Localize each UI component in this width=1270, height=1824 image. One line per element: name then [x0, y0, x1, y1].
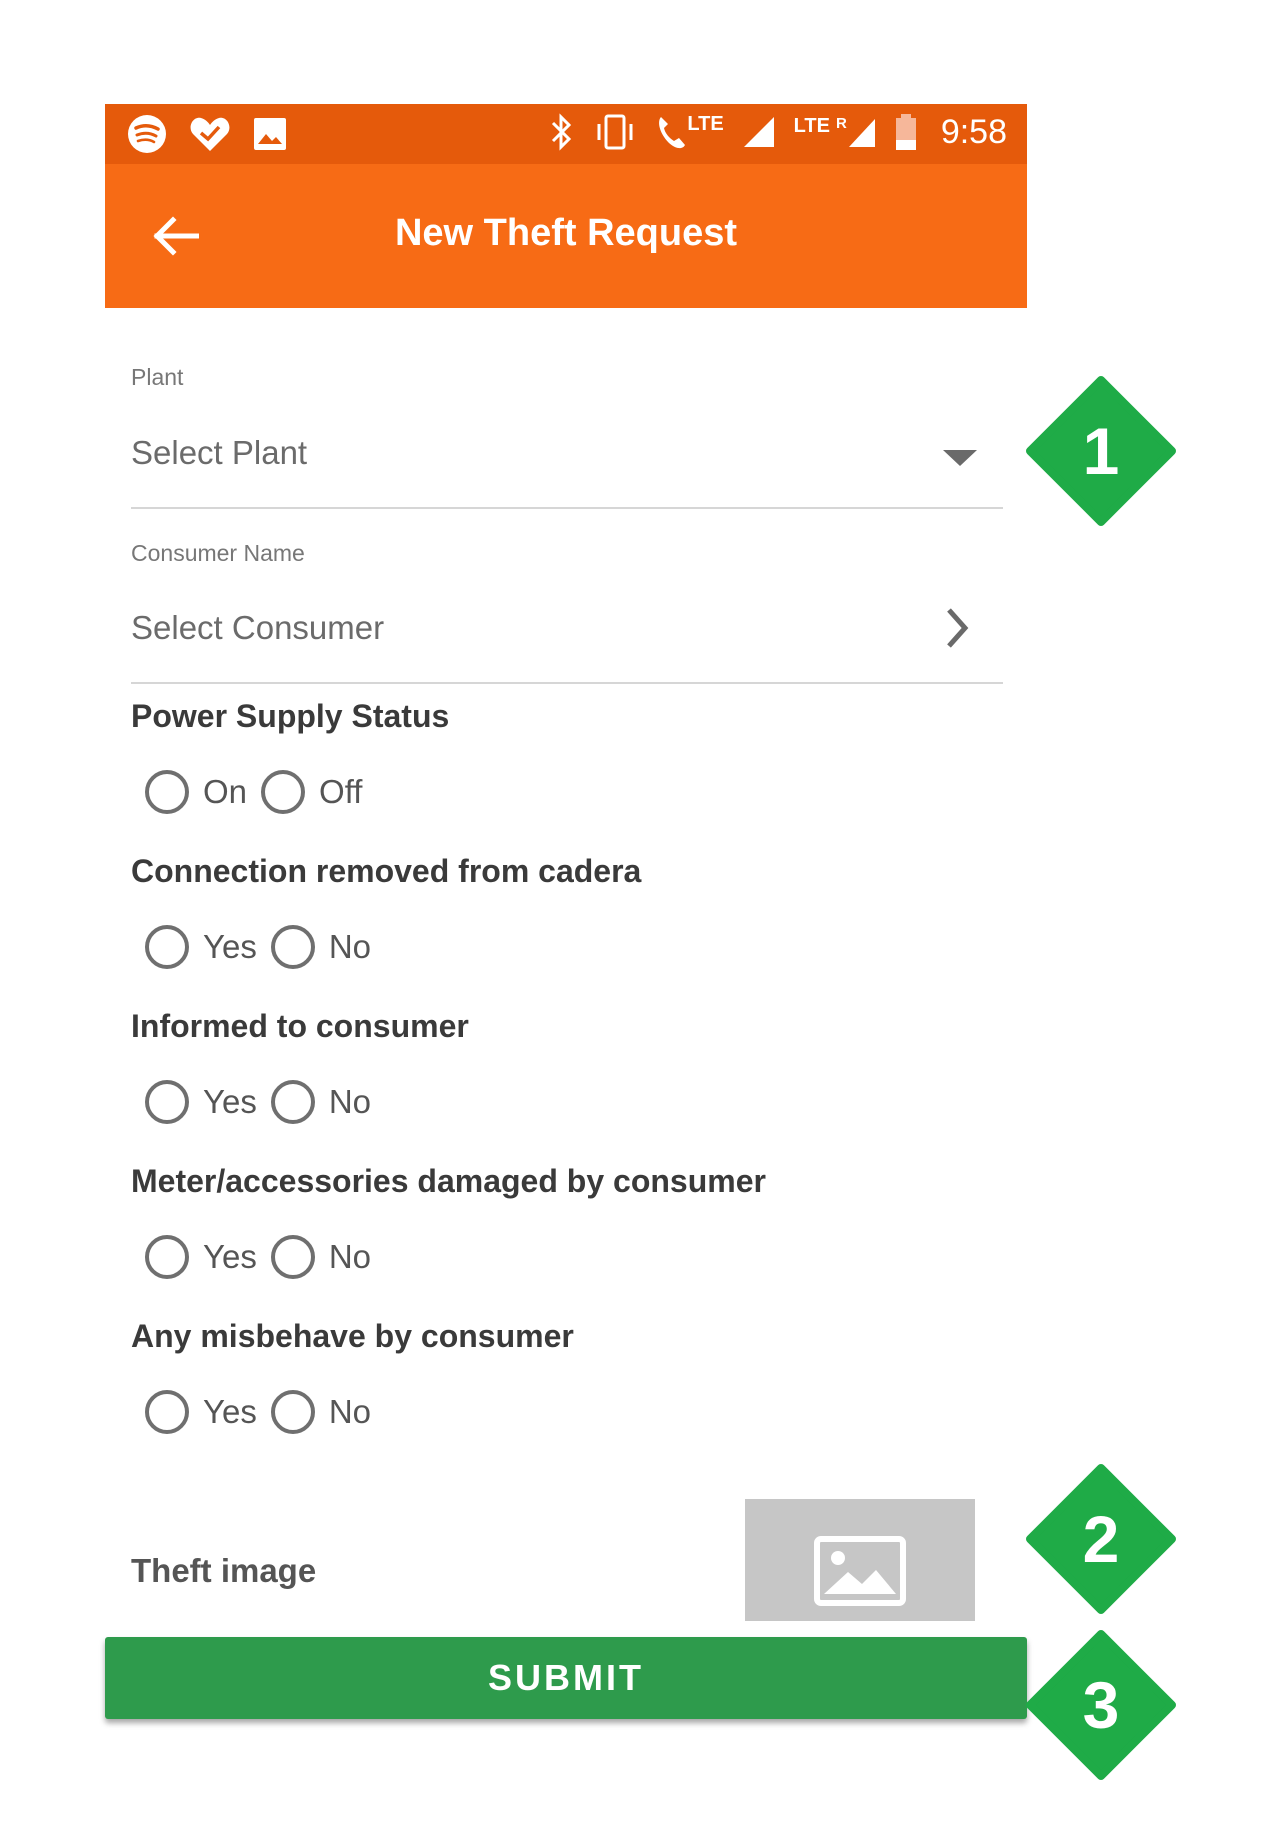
badge-number: 1	[1082, 414, 1120, 488]
badge-number: 3	[1082, 1668, 1120, 1742]
informed-no-radio[interactable]: No	[270, 1080, 372, 1124]
consumer-name-label: Consumer Name	[131, 540, 305, 566]
radio-circle	[270, 1390, 315, 1434]
radio-circle	[145, 925, 189, 969]
signal-icon	[742, 115, 776, 149]
lte-label-2: LTE	[793, 115, 830, 137]
annotation-badge-2: 2	[1026, 1464, 1176, 1614]
heart-check-icon	[189, 115, 231, 153]
radio-circle	[145, 1080, 189, 1124]
informed-radio-group: Yes No	[145, 1080, 385, 1124]
consumer-underline	[131, 682, 1003, 684]
status-bar: LTE LTE R 9:58	[105, 104, 1027, 164]
image-icon	[253, 117, 287, 151]
connection-removed-no-radio[interactable]: No	[270, 925, 372, 969]
radio-label: Off	[319, 773, 363, 810]
annotation-badge-3: 3	[1026, 1630, 1176, 1780]
bluetooth-icon	[547, 112, 575, 152]
radio-circle	[145, 1390, 189, 1434]
connection-removed-radio-group: Yes No	[145, 925, 385, 969]
radio-circle	[261, 770, 306, 814]
radio-label: No	[328, 1238, 372, 1275]
radio-label: No	[328, 1393, 372, 1430]
meter-damaged-no-radio[interactable]: No	[270, 1235, 372, 1279]
radio-label: Yes	[203, 928, 257, 965]
meter-damaged-title: Meter/accessories damaged by consumer	[131, 1163, 766, 1199]
power-on-radio[interactable]: On	[145, 770, 247, 814]
wifi-calling-icon: LTE	[655, 113, 724, 151]
plant-select-value: Select Plant	[131, 434, 308, 471]
meter-damaged-radio-group: Yes No	[145, 1235, 385, 1279]
radio-circle	[145, 770, 189, 814]
misbehave-yes-radio[interactable]: Yes	[145, 1390, 257, 1434]
badge-number: 2	[1082, 1502, 1120, 1576]
radio-circle	[145, 1235, 189, 1279]
battery-icon	[895, 113, 917, 151]
power-supply-radio-group: On Off	[145, 770, 376, 814]
signal-roaming-icon: LTE R	[794, 115, 877, 149]
informed-yes-radio[interactable]: Yes	[145, 1080, 257, 1124]
misbehave-radio-group: Yes No	[145, 1390, 385, 1434]
spotify-icon	[127, 114, 167, 154]
annotation-badge-1: 1	[1026, 376, 1176, 526]
radio-circle	[270, 1235, 315, 1279]
connection-removed-title: Connection removed from cadera	[131, 853, 642, 889]
meter-damaged-yes-radio[interactable]: Yes	[145, 1235, 257, 1279]
radio-circle	[270, 925, 315, 969]
radio-circle	[270, 1080, 315, 1124]
misbehave-no-radio[interactable]: No	[270, 1390, 372, 1434]
radio-label: No	[328, 1083, 372, 1120]
plant-underline	[131, 507, 1003, 509]
radio-label: Yes	[203, 1083, 257, 1120]
vibrate-icon	[593, 112, 637, 152]
phone-screen: LTE LTE R 9:58 New Theft Request Plant S…	[105, 104, 1027, 1744]
plant-label: Plant	[131, 364, 184, 390]
theft-image-label: Theft image	[131, 1552, 317, 1589]
connection-removed-yes-radio[interactable]: Yes	[145, 925, 257, 969]
clock-time: 9:58	[940, 112, 1007, 151]
chevron-right-icon	[947, 608, 969, 648]
caret-down-icon	[943, 450, 977, 466]
radio-label: Yes	[203, 1238, 257, 1275]
radio-label: Yes	[203, 1393, 257, 1430]
roaming-label: R	[835, 115, 847, 132]
app-toolbar: New Theft Request	[105, 164, 1027, 308]
submit-button[interactable]: SUBMIT	[105, 1637, 1027, 1719]
image-placeholder-icon	[814, 1536, 906, 1606]
misbehave-title: Any misbehave by consumer	[131, 1318, 574, 1354]
lte-label: LTE	[687, 113, 724, 135]
page-title: New Theft Request	[394, 212, 738, 254]
power-off-radio[interactable]: Off	[261, 770, 362, 814]
consumer-select-value: Select Consumer	[131, 609, 385, 646]
radio-label: No	[328, 928, 372, 965]
theft-image-picker[interactable]	[745, 1499, 975, 1621]
informed-consumer-title: Informed to consumer	[131, 1008, 469, 1044]
radio-label: On	[203, 773, 248, 810]
power-supply-title: Power Supply Status	[131, 698, 450, 734]
